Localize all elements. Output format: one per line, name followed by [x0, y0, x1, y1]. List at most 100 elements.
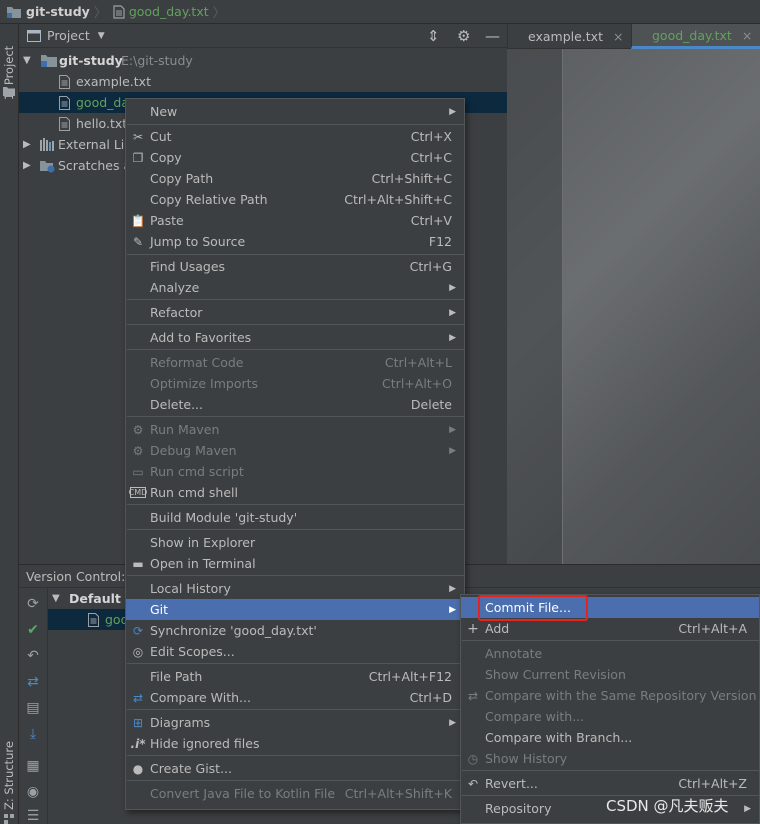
menu-item-run-maven[interactable]: ⚙ Run Maven ▶: [126, 419, 464, 440]
eye-icon[interactable]: ◉: [25, 784, 41, 800]
revert-icon: ↶: [467, 776, 479, 791]
rollback-icon[interactable]: ↶: [25, 648, 41, 664]
group-by-icon[interactable]: ▦: [25, 758, 41, 774]
breadcrumb-file[interactable]: good_day.txt: [113, 4, 209, 19]
menu-item-label: Show History: [485, 751, 568, 766]
tree-file-label: hello.txt: [76, 116, 128, 131]
menu-item-label: Find Usages: [150, 259, 226, 274]
changelist-icon[interactable]: ▤: [25, 700, 41, 716]
menu-item-label: Analyze: [150, 280, 200, 295]
menu-item-show-current-revision[interactable]: Show Current Revision: [461, 664, 759, 685]
menu-item-label: Diagrams: [150, 715, 211, 730]
menu-item-add-to-favorites[interactable]: Add to Favorites ▶: [126, 327, 464, 348]
menu-item-compare-with-revision[interactable]: Compare with...: [461, 706, 759, 727]
menu-separator: [127, 416, 465, 417]
menu-item-debug-maven[interactable]: ⚙ Debug Maven ▶: [126, 440, 464, 461]
menu-item-shortcut: Ctrl+V: [410, 213, 452, 228]
project-view-title[interactable]: Project: [47, 28, 90, 43]
navigation-breadcrumb: git-study 〉 good_day.txt 〉: [0, 0, 760, 24]
menu-item-annotate[interactable]: Annotate: [461, 643, 759, 664]
menu-item-label: Add to Favorites: [150, 330, 252, 345]
menu-item-run-cmd-script[interactable]: ▭ Run cmd script: [126, 461, 464, 482]
sync-icon: ⟳: [132, 623, 144, 638]
editor-tab-example[interactable]: example.txt ×: [507, 24, 631, 49]
menu-item-shortcut: Ctrl+G: [409, 259, 452, 274]
clock-icon: ◷: [467, 751, 479, 766]
menu-item-label: Hide ignored files: [150, 736, 260, 751]
menu-item-label: Run cmd shell: [150, 485, 238, 500]
menu-item-new[interactable]: New ▶: [126, 101, 464, 122]
menu-item-cut[interactable]: ✂ Cut Ctrl+X: [126, 126, 464, 147]
menu-item-edit-scopes[interactable]: ◎ Edit Scopes...: [126, 641, 464, 662]
menu-item-copy[interactable]: ❐ Copy Ctrl+C: [126, 147, 464, 168]
menu-item-local-history[interactable]: Local History ▶: [126, 578, 464, 599]
menu-item-copy-relative-path[interactable]: Copy Relative Path Ctrl+Alt+Shift+C: [126, 189, 464, 210]
annotation-highlight-box: [478, 595, 588, 621]
collapsed-arrow-icon[interactable]: ▶: [23, 139, 31, 150]
menu-item-label: Show Current Revision: [485, 667, 626, 682]
menu-item-convert-to-kotlin[interactable]: Convert Java File to Kotlin File Ctrl+Alt…: [126, 783, 464, 804]
expanded-arrow-icon[interactable]: ▼: [23, 55, 31, 66]
collapse-all-icon[interactable]: ⇕: [427, 27, 440, 45]
menu-item-run-cmd-shell[interactable]: CMD Run cmd shell: [126, 482, 464, 503]
menu-item-build-module[interactable]: Build Module 'git-study': [126, 507, 464, 528]
menu-item-hide-ignored-files[interactable]: .i* Hide ignored files: [126, 733, 464, 754]
expand-all-icon[interactable]: ☰: [25, 808, 41, 824]
breadcrumb-project[interactable]: git-study: [6, 4, 90, 19]
menu-item-optimize-imports[interactable]: Optimize Imports Ctrl+Alt+O: [126, 373, 464, 394]
menu-item-paste[interactable]: 📋 Paste Ctrl+V: [126, 210, 464, 231]
menu-item-create-gist[interactable]: ● Create Gist...: [126, 758, 464, 779]
refresh-icon[interactable]: ⟳: [25, 596, 41, 612]
tree-root-path: E:\git-study: [121, 53, 193, 68]
menu-item-label: Debug Maven: [150, 443, 237, 458]
tree-file-example[interactable]: example.txt: [19, 71, 507, 92]
menu-item-show-in-explorer[interactable]: Show in Explorer: [126, 532, 464, 553]
menu-item-add[interactable]: + Add Ctrl+Alt+A: [461, 618, 759, 639]
editor-tab-bar: example.txt × good_day.txt ×: [507, 24, 760, 49]
menu-item-find-usages[interactable]: Find Usages Ctrl+G: [126, 256, 464, 277]
gear-icon[interactable]: ⚙: [457, 27, 470, 45]
menu-item-reformat-code[interactable]: Reformat Code Ctrl+Alt+L: [126, 352, 464, 373]
chevron-down-icon[interactable]: ▼: [98, 31, 105, 41]
menu-separator: [127, 299, 465, 300]
structure-tool-tab[interactable]: Z: Structure: [2, 741, 16, 810]
menu-separator: [462, 770, 760, 771]
editor-tab-label: good_day.txt: [652, 27, 732, 43]
menu-item-analyze[interactable]: Analyze ▶: [126, 277, 464, 298]
menu-item-revert[interactable]: ↶ Revert... Ctrl+Alt+Z: [461, 773, 759, 794]
menu-separator: [127, 254, 465, 255]
menu-item-label: File Path: [150, 669, 203, 684]
text-file-icon: [59, 74, 70, 89]
menu-item-compare-with-branch[interactable]: Compare with Branch...: [461, 727, 759, 748]
close-icon[interactable]: ×: [613, 29, 623, 44]
menu-item-synchronize[interactable]: ⟳ Synchronize 'good_day.txt': [126, 620, 464, 641]
menu-item-git[interactable]: Git ▶: [126, 599, 464, 620]
paste-icon: 📋: [130, 213, 146, 228]
menu-item-compare-same-repo-version[interactable]: ⇄ Compare with the Same Repository Versio…: [461, 685, 759, 706]
hide-panel-icon[interactable]: —: [485, 27, 500, 45]
menu-item-label: Delete...: [150, 397, 203, 412]
menu-item-show-history[interactable]: ◷ Show History: [461, 748, 759, 769]
menu-item-delete[interactable]: Delete... Delete: [126, 394, 464, 415]
commit-check-icon[interactable]: ✔: [25, 622, 41, 638]
tree-root-node[interactable]: ▼ git-study E:\git-study: [19, 50, 507, 71]
pencil-icon: ✎: [132, 234, 144, 249]
shelve-icon[interactable]: ⤓: [25, 726, 41, 742]
menu-item-jump-to-source[interactable]: ✎ Jump to Source F12: [126, 231, 464, 252]
close-icon[interactable]: ×: [742, 28, 752, 43]
menu-item-compare-with[interactable]: ⇄ Compare With... Ctrl+D: [126, 687, 464, 708]
plus-icon: +: [467, 620, 479, 637]
text-file-icon: [59, 95, 70, 110]
menu-item-diagrams[interactable]: ⊞ Diagrams ▶: [126, 712, 464, 733]
menu-item-copy-path[interactable]: Copy Path Ctrl+Shift+C: [126, 168, 464, 189]
menu-item-label: Jump to Source: [150, 234, 246, 249]
menu-item-label: Run Maven: [150, 422, 220, 437]
submenu-arrow-icon: ▶: [449, 307, 456, 318]
expanded-arrow-icon[interactable]: ▼: [52, 593, 60, 604]
menu-item-file-path[interactable]: File Path Ctrl+Alt+F12: [126, 666, 464, 687]
menu-item-open-in-terminal[interactable]: ▬ Open in Terminal: [126, 553, 464, 574]
menu-item-refactor[interactable]: Refactor ▶: [126, 302, 464, 323]
show-diff-icon[interactable]: ⇄: [25, 674, 41, 690]
collapsed-arrow-icon[interactable]: ▶: [23, 160, 31, 171]
editor-tab-good-day[interactable]: good_day.txt ×: [631, 24, 760, 49]
